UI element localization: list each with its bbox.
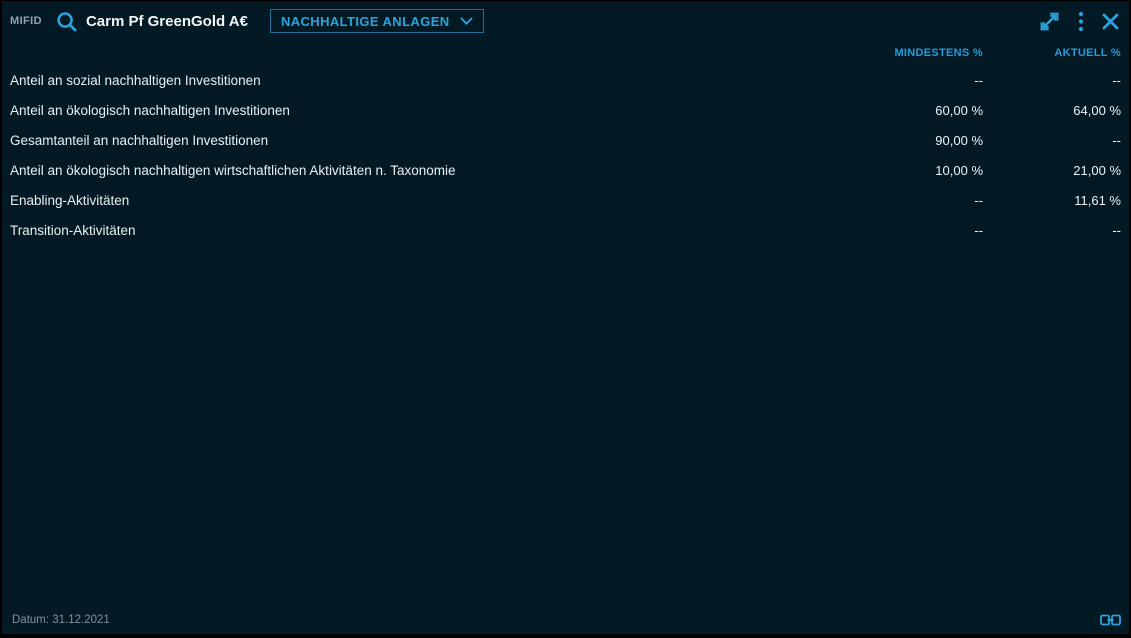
search-button[interactable] bbox=[54, 8, 80, 34]
row-aktuell-value: 64,00 % bbox=[983, 103, 1121, 118]
chevron-down-icon bbox=[460, 17, 473, 26]
search-icon bbox=[55, 10, 78, 33]
link-button[interactable] bbox=[1100, 614, 1121, 626]
expand-icon bbox=[1039, 11, 1060, 32]
row-aktuell-value: -- bbox=[983, 223, 1121, 238]
table-row: Enabling-Aktivitäten -- 11,61 % bbox=[10, 185, 1121, 215]
kebab-menu-button[interactable] bbox=[1078, 11, 1084, 32]
row-min-value: 90,00 % bbox=[823, 133, 983, 148]
row-label: Anteil an ökologisch nachhaltigen Invest… bbox=[10, 103, 823, 118]
close-button[interactable] bbox=[1102, 13, 1119, 30]
top-bar: MIFID Carm Pf GreenGold A€ NACHHALTIGE A… bbox=[2, 1, 1129, 41]
row-label: Enabling-Aktivitäten bbox=[10, 193, 823, 208]
section-dropdown-label: NACHHALTIGE ANLAGEN bbox=[281, 14, 450, 29]
expand-button[interactable] bbox=[1039, 11, 1060, 32]
row-min-value: -- bbox=[823, 73, 983, 88]
link-icon bbox=[1100, 614, 1121, 626]
row-min-value: 60,00 % bbox=[823, 103, 983, 118]
table-row: Anteil an ökologisch nachhaltigen Invest… bbox=[10, 95, 1121, 125]
row-aktuell-value: -- bbox=[983, 133, 1121, 148]
sustainability-table: MINDESTENS % AKTUELL % Anteil an sozial … bbox=[2, 41, 1129, 245]
row-label: Transition-Aktivitäten bbox=[10, 223, 823, 238]
row-aktuell-value: 11,61 % bbox=[983, 193, 1121, 208]
row-min-value: -- bbox=[823, 223, 983, 238]
row-label: Anteil an sozial nachhaltigen Investitio… bbox=[10, 73, 823, 88]
kebab-menu-icon bbox=[1078, 11, 1084, 32]
mifid-panel: MIFID Carm Pf GreenGold A€ NACHHALTIGE A… bbox=[2, 1, 1129, 634]
instrument-title: Carm Pf GreenGold A€ bbox=[86, 13, 248, 30]
row-min-value: -- bbox=[823, 193, 983, 208]
table-row: Anteil an ökologisch nachhaltigen wirtsc… bbox=[10, 155, 1121, 185]
row-min-value: 10,00 % bbox=[823, 163, 983, 178]
row-aktuell-value: 21,00 % bbox=[983, 163, 1121, 178]
row-aktuell-value: -- bbox=[983, 73, 1121, 88]
table-row: Gesamtanteil an nachhaltigen Investition… bbox=[10, 125, 1121, 155]
section-dropdown[interactable]: NACHHALTIGE ANLAGEN bbox=[270, 9, 484, 33]
window-controls bbox=[1039, 11, 1119, 32]
column-header-mindestens: MINDESTENS % bbox=[823, 47, 983, 59]
table-header-row: MINDESTENS % AKTUELL % bbox=[10, 41, 1121, 65]
footer-date: Datum: 31.12.2021 bbox=[12, 614, 110, 626]
table-row: Transition-Aktivitäten -- -- bbox=[10, 215, 1121, 245]
app-label: MIFID bbox=[10, 15, 42, 27]
table-row: Anteil an sozial nachhaltigen Investitio… bbox=[10, 65, 1121, 95]
column-header-aktuell: AKTUELL % bbox=[983, 47, 1121, 59]
close-icon bbox=[1102, 13, 1119, 30]
row-label: Gesamtanteil an nachhaltigen Investition… bbox=[10, 133, 823, 148]
row-label: Anteil an ökologisch nachhaltigen wirtsc… bbox=[10, 163, 823, 178]
